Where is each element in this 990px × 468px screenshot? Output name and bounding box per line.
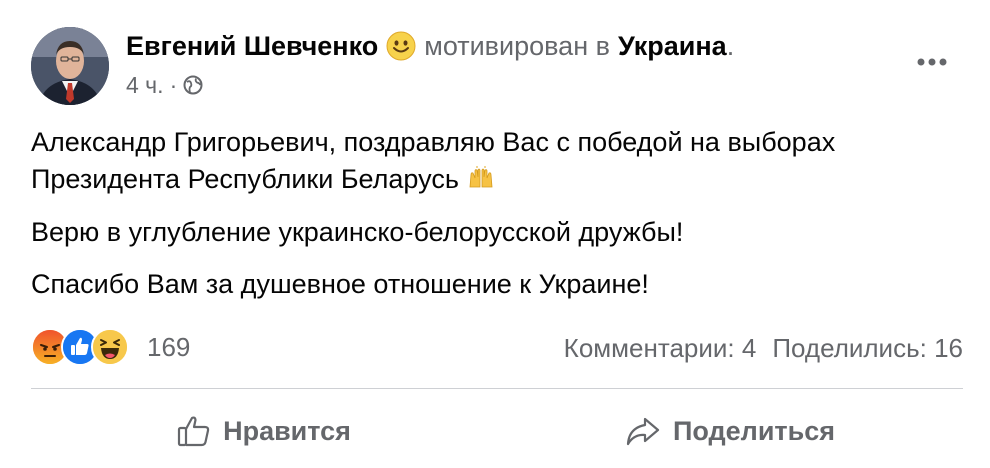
haha-reaction-icon xyxy=(91,328,129,366)
share-arrow-icon xyxy=(626,417,660,446)
post-card: Евгений Шевченко мотивирован в Украина .… xyxy=(0,0,990,468)
post-meta: 4 ч. · xyxy=(126,70,203,100)
avatar[interactable] xyxy=(31,27,109,105)
post-actions: Нравится Поделиться xyxy=(31,400,963,462)
place-link[interactable]: Украина xyxy=(618,31,727,62)
post-paragraph: Александр Григорьевич, поздравляю Вас с … xyxy=(31,124,971,199)
author-name[interactable]: Евгений Шевченко xyxy=(126,31,378,62)
divider xyxy=(31,388,963,389)
ellipsis-icon xyxy=(917,58,947,66)
avatar-photo xyxy=(31,27,109,105)
share-button-label: Поделиться xyxy=(672,415,836,446)
like-button-label: Нравится xyxy=(223,415,351,446)
post-paragraph: Спасибо Вам за душевное отношение к Укра… xyxy=(31,269,649,300)
share-button[interactable]: Поделиться xyxy=(497,400,963,462)
smiley-feeling-icon xyxy=(386,31,416,61)
post-timestamp[interactable]: 4 ч. xyxy=(126,72,164,99)
meta-separator: · xyxy=(169,71,178,98)
post-paragraph: Верю в углубление украинско-белорусской … xyxy=(31,217,684,248)
reactions-summary[interactable]: 169 xyxy=(31,328,191,366)
feeling-text: мотивирован в xyxy=(424,30,610,61)
reaction-count: 169 xyxy=(147,331,191,362)
post-header: Евгений Шевченко мотивирован в Украина . xyxy=(126,28,734,64)
shares-count-link[interactable]: Поделились: 16 xyxy=(772,333,963,364)
post-body: Александр Григорьевич, поздравляю Вас с … xyxy=(31,124,971,303)
raising-hands-emoji-icon xyxy=(467,162,495,199)
place-suffix: . xyxy=(726,30,735,61)
post-paragraph-text: Александр Григорьевич, поздравляю Вас с … xyxy=(31,127,836,194)
globe-icon[interactable] xyxy=(183,75,203,95)
post-stats: Комментарии: 4 Поделились: 16 xyxy=(564,332,963,364)
thumbs-up-icon xyxy=(177,416,210,447)
like-button[interactable]: Нравится xyxy=(31,400,497,462)
more-options-button[interactable] xyxy=(906,50,958,74)
comments-count-link[interactable]: Комментарии: 4 xyxy=(564,333,757,364)
